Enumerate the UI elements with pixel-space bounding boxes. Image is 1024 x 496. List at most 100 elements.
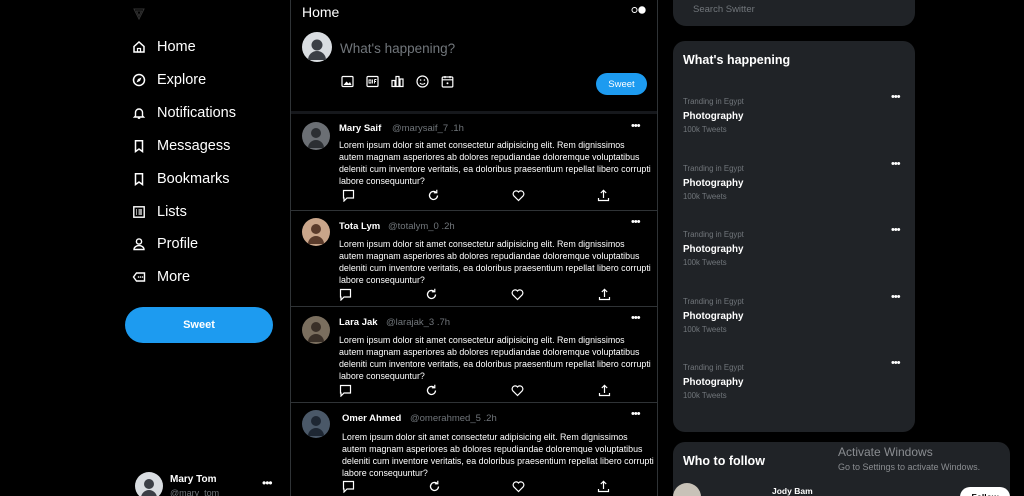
share-icon[interactable] (597, 189, 610, 202)
sweet-button[interactable]: Sweet (125, 307, 273, 343)
resweet-icon[interactable] (425, 384, 438, 397)
tweet-author-name[interactable]: Mary Saif (339, 123, 381, 134)
more-options-icon[interactable]: ••• (631, 312, 641, 324)
nav-label: Lists (157, 204, 187, 220)
reply-icon[interactable] (342, 189, 355, 202)
emoji-icon[interactable] (416, 75, 429, 88)
trend-item[interactable]: Tranding in Egypt Photography 100k Tweet… (683, 357, 905, 411)
poll-icon[interactable] (391, 75, 404, 88)
trend-name: Photography (683, 377, 744, 388)
nav-label: Profile (157, 236, 199, 252)
gif-icon[interactable] (366, 75, 379, 88)
nav-item-explore[interactable]: Explore (131, 68, 206, 92)
nav-label: Explore (157, 72, 207, 88)
trend-name: Photography (683, 178, 744, 189)
reply-icon[interactable] (342, 480, 355, 493)
more-options-icon[interactable]: ••• (631, 216, 641, 228)
search-bar (673, 0, 915, 26)
nav-item-bookmarks[interactable]: Bookmarks (131, 167, 230, 191)
trend-item[interactable]: Tranding in Egypt Photography 100k Tweet… (683, 91, 905, 145)
reply-icon[interactable] (339, 384, 352, 397)
trend-category: Tranding in Egypt (683, 97, 744, 106)
trend-item[interactable]: Tranding in Egypt Photography 100k Tweet… (683, 291, 905, 345)
profile-handle: @mary_tom (170, 488, 220, 496)
user-icon (131, 237, 146, 252)
share-icon[interactable] (597, 480, 610, 493)
more-options-icon[interactable]: ••• (262, 476, 273, 490)
compose-input[interactable] (340, 41, 620, 56)
nav-item-more[interactable]: More (131, 265, 190, 289)
nav-label: Bookmarks (157, 171, 230, 187)
tweet-text: Lorem ipsum dolor sit amet consectetur a… (339, 239, 651, 285)
more-options-icon[interactable]: ••• (631, 120, 641, 132)
avatar (302, 32, 332, 62)
trend-category: Tranding in Egypt (683, 297, 744, 306)
resweet-icon[interactable] (425, 288, 438, 301)
tweet-card[interactable]: Mary Saif @marysaif_7 .1h ••• Lorem ipsu… (291, 114, 657, 211)
like-icon[interactable] (511, 384, 524, 397)
post-sweet-button[interactable]: Sweet (596, 73, 647, 95)
nav-item-notifications[interactable]: Notifications (131, 101, 236, 125)
avatar[interactable] (302, 316, 330, 344)
nav-item-home[interactable]: Home (131, 35, 196, 59)
more-options-icon[interactable]: ••• (891, 357, 901, 369)
like-icon[interactable] (511, 288, 524, 301)
trend-category: Tranding in Egypt (683, 363, 744, 372)
trend-count: 100k Tweets (683, 391, 727, 400)
account-switcher[interactable]: Mary Tom @mary_tom ••• (135, 472, 280, 496)
more-options-icon[interactable]: ••• (891, 291, 901, 303)
trends-panel: What's happening Tranding in Egypt Photo… (673, 41, 915, 432)
tweet-card[interactable]: Tota Lym @totalym_0 .2h ••• Lorem ipsum … (291, 210, 657, 307)
tweet-text: Lorem ipsum dolor sit amet consectetur a… (342, 432, 654, 478)
trend-count: 100k Tweets (683, 192, 727, 201)
bell-icon (131, 106, 146, 121)
more-options-icon[interactable]: ••• (631, 408, 641, 420)
follow-user-name[interactable]: Jody Bam (772, 486, 813, 496)
resweet-icon[interactable] (428, 480, 441, 493)
avatar[interactable] (302, 218, 330, 246)
like-icon[interactable] (512, 189, 525, 202)
logo-icon[interactable] (131, 6, 147, 22)
image-icon[interactable] (341, 75, 354, 88)
follow-button[interactable]: Follow (960, 487, 1010, 496)
avatar[interactable] (302, 410, 330, 438)
like-icon[interactable] (512, 480, 525, 493)
nav-item-messages[interactable]: Messagess (131, 134, 230, 158)
watermark-subtitle: Go to Settings to activate Windows. (838, 462, 981, 472)
more-options-icon[interactable]: ••• (891, 224, 901, 236)
tweet-text: Lorem ipsum dolor sit amet consectetur a… (339, 140, 651, 186)
who-to-follow-title: Who to follow (683, 454, 765, 468)
tweet-author-handle: @omerahmed_5 .2h (410, 413, 497, 424)
share-icon[interactable] (598, 288, 611, 301)
search-input[interactable] (693, 4, 893, 15)
avatar[interactable] (302, 122, 330, 150)
bookmark-icon (131, 139, 146, 154)
nav-item-lists[interactable]: Lists (131, 200, 187, 224)
trend-category: Tranding in Egypt (683, 230, 744, 239)
tweet-card[interactable]: Omer Ahmed @omerahmed_5 .2h ••• Lorem ip… (291, 402, 657, 496)
nav-label: Notifications (157, 105, 236, 121)
more-options-icon[interactable]: ••• (891, 158, 901, 170)
trend-item[interactable]: Tranding in Egypt Photography 100k Tweet… (683, 158, 905, 212)
tweet-actions (339, 288, 614, 302)
trend-item[interactable]: Tranding in Egypt Photography 100k Tweet… (683, 224, 905, 278)
theme-toggle[interactable] (631, 6, 647, 14)
tweet-author-name[interactable]: Omer Ahmed (342, 413, 401, 424)
profile-name: Mary Tom (170, 474, 217, 485)
trend-count: 100k Tweets (683, 325, 727, 334)
nav-label: More (157, 269, 191, 285)
tweet-actions (339, 384, 614, 398)
reply-icon[interactable] (339, 288, 352, 301)
schedule-icon[interactable] (441, 75, 454, 88)
share-icon[interactable] (598, 384, 611, 397)
tweet-card[interactable]: Lara Jak @larajak_3 .7h ••• Lorem ipsum … (291, 306, 657, 403)
more-options-icon[interactable]: ••• (891, 91, 901, 103)
resweet-icon[interactable] (427, 189, 440, 202)
nav-item-profile[interactable]: Profile (131, 232, 198, 256)
tweet-text: Lorem ipsum dolor sit amet consectetur a… (339, 335, 651, 381)
tweet-author-handle: @marysaif_7 .1h (392, 123, 464, 134)
left-sidebar: Home Explore Notifications Messagess Boo… (0, 0, 290, 496)
avatar[interactable] (673, 483, 701, 496)
tweet-author-name[interactable]: Tota Lym (339, 221, 380, 232)
tweet-author-name[interactable]: Lara Jak (339, 317, 378, 328)
